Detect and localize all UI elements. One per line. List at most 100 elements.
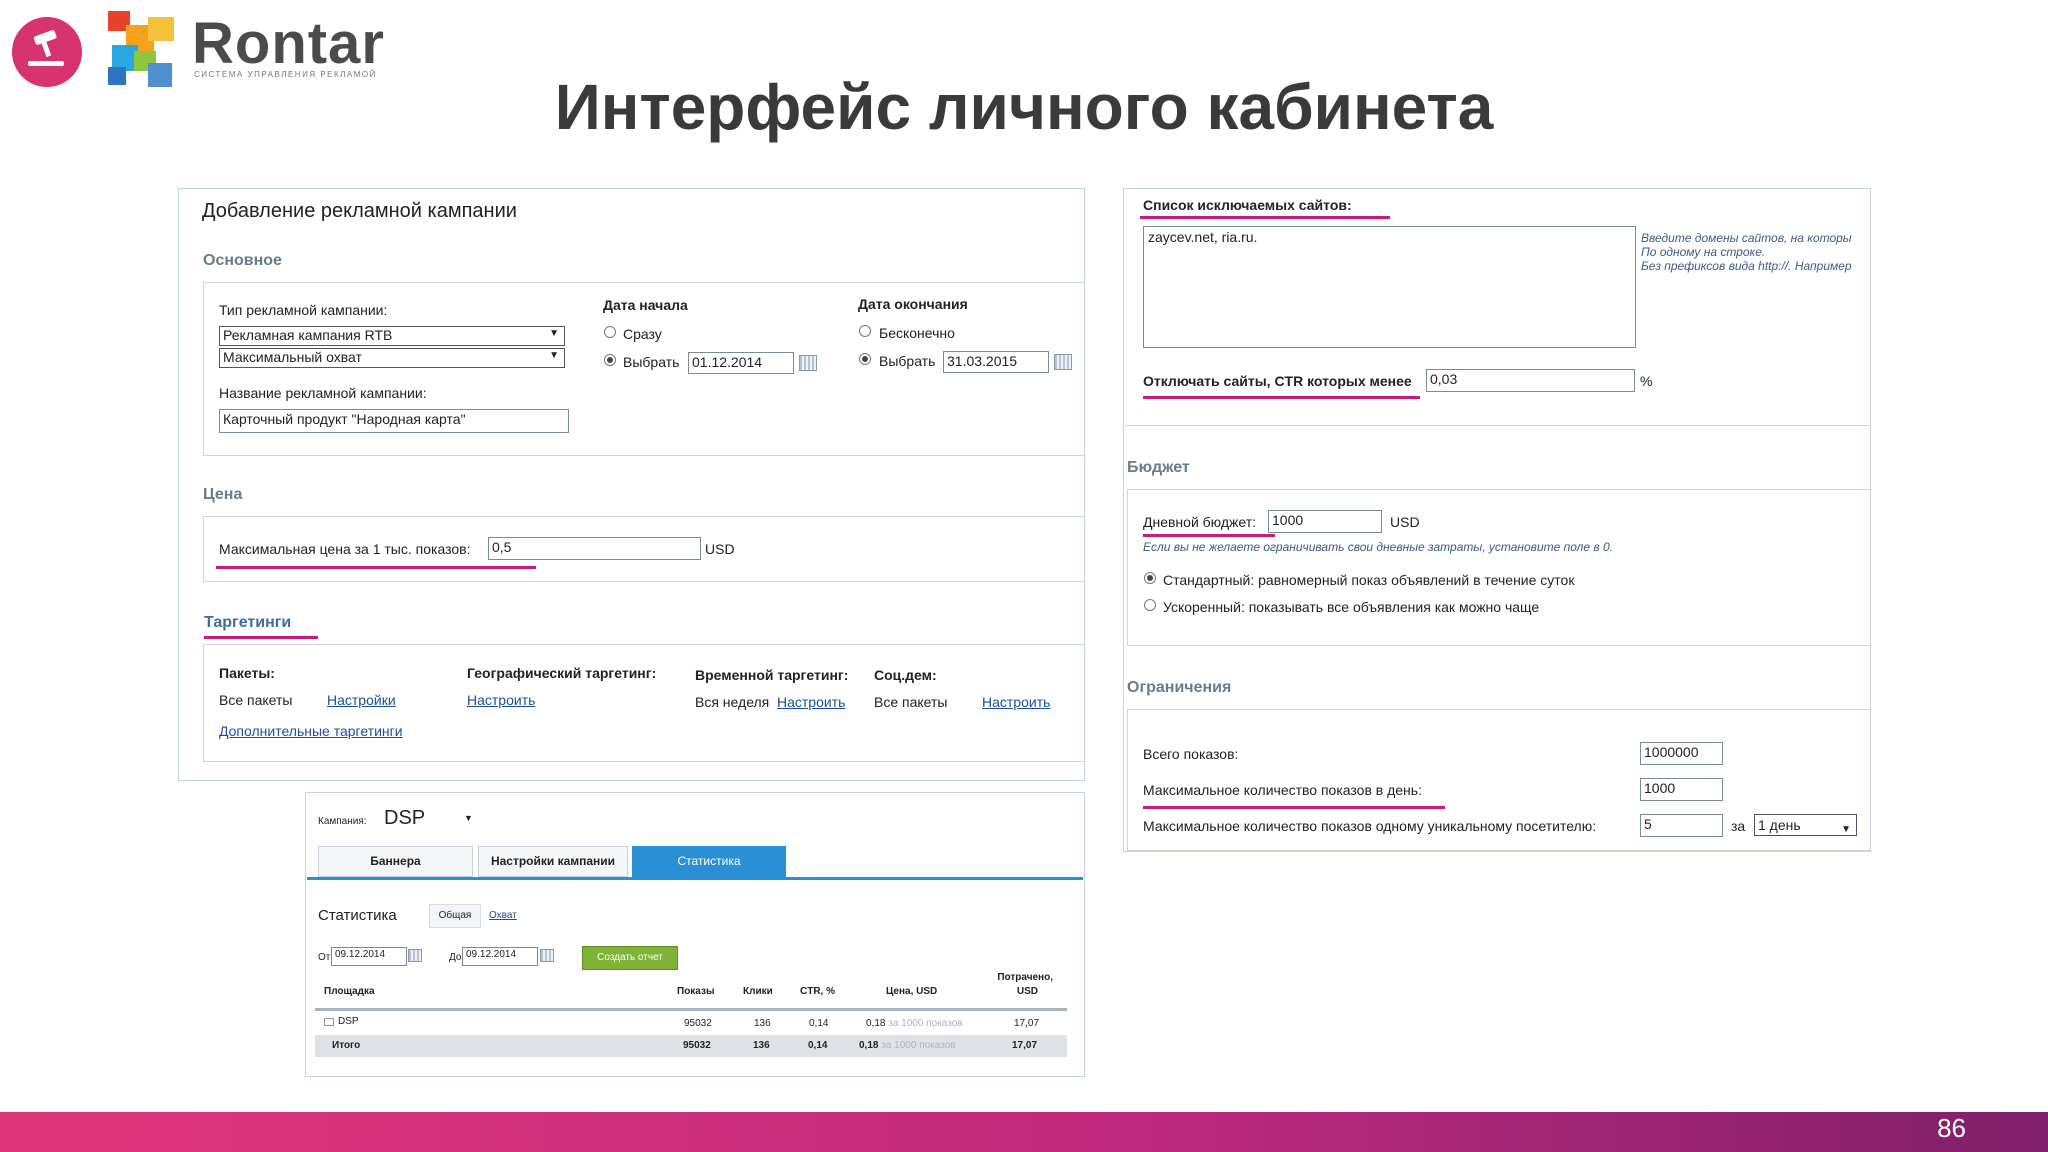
start-immediate-radio[interactable]	[604, 326, 616, 338]
col-ctr: CTR, %	[800, 986, 835, 997]
campaign-type-value: Рекламная кампания RTB	[223, 327, 393, 343]
price-cell: 0,18 за 1000 показов	[866, 1018, 963, 1029]
max-price-label: Максимальная цена за 1 тыс. показов:	[219, 541, 471, 557]
calendar-icon[interactable]	[1054, 354, 1072, 370]
highlight-underline	[204, 636, 318, 639]
brand-name: Rontar	[192, 11, 385, 76]
per-day-label: Максимальное количество показов в день:	[1143, 782, 1422, 798]
campaign-form-header: Добавление рекламной кампании	[202, 200, 517, 222]
stats-header: Статистика	[318, 907, 397, 924]
from-label: От	[318, 952, 331, 963]
campaign-name-label: Название рекламной кампании:	[219, 385, 427, 401]
impressions-cell: 95032	[684, 1018, 712, 1029]
socdem-value: Все пакеты	[874, 694, 948, 710]
start-immediate-label: Сразу	[623, 326, 662, 342]
impressions-cell: 95032	[683, 1040, 711, 1051]
calendar-icon[interactable]	[540, 949, 554, 962]
highlight-underline	[1143, 806, 1445, 809]
max-price-input[interactable]: 0,5	[488, 537, 701, 560]
socdem-link[interactable]: Настроить	[982, 694, 1050, 710]
slide-title: Интерфейс личного кабинета	[554, 71, 1494, 143]
spent-cell: 17,07	[1012, 1040, 1038, 1051]
per-day-input[interactable]: 1000	[1640, 778, 1723, 801]
start-date-input[interactable]: 01.12.2014	[688, 352, 794, 374]
page-number: 86	[1937, 1113, 1966, 1143]
section-basic: Основное	[203, 252, 282, 269]
packages-title: Пакеты:	[219, 665, 275, 681]
from-date-input[interactable]: 09.12.2014	[331, 947, 407, 966]
ctr-cell: 0,14	[809, 1018, 829, 1029]
geo-targeting-link[interactable]: Настроить	[467, 692, 535, 708]
daily-budget-hint: Если вы не желаете ограничивать свои дне…	[1143, 540, 1614, 554]
expand-icon[interactable]	[324, 1018, 334, 1026]
coverage-value: Максимальный охват	[223, 349, 362, 365]
accelerated-delivery-radio[interactable]	[1144, 599, 1156, 611]
time-targeting-title: Временной таргетинг:	[695, 667, 849, 683]
daily-budget-label: Дневной бюджет:	[1143, 514, 1257, 530]
exclude-sites-hint: Введите домены сайтов, на которы По одно…	[1641, 231, 1852, 273]
chevron-down-icon: ▼	[549, 328, 559, 339]
max-price-currency: USD	[705, 541, 735, 557]
end-date-title: Дата окончания	[858, 296, 968, 312]
start-date-title: Дата начала	[603, 297, 688, 313]
extra-targeting-link[interactable]: Дополнительные таргетинги	[219, 723, 403, 739]
geo-targeting-title: Географический таргетинг:	[467, 665, 657, 681]
per-user-label: Максимальное количество показов одному у…	[1143, 818, 1597, 834]
budget-section-box	[1127, 489, 1870, 646]
packages-settings-link[interactable]: Настройки	[327, 692, 396, 708]
daily-budget-input[interactable]: 1000	[1268, 510, 1382, 533]
tab-banners[interactable]: Баннера	[318, 846, 473, 877]
site-cell: Итого	[332, 1040, 361, 1051]
section-budget: Бюджет	[1127, 459, 1190, 476]
chevron-down-icon: ▼	[1841, 824, 1851, 835]
calendar-icon[interactable]	[799, 355, 817, 371]
ctr-threshold-label: Отключать сайты, CTR которых менее	[1143, 373, 1412, 389]
start-choose-radio[interactable]	[604, 354, 616, 366]
col-site: Площадка	[324, 986, 375, 997]
exclude-sites-title: Список исключаемых сайтов:	[1143, 197, 1352, 213]
socdem-title: Соц.дем:	[874, 667, 937, 683]
time-targeting-link[interactable]: Настроить	[777, 694, 845, 710]
chevron-down-icon: ▼	[549, 350, 559, 361]
create-report-button[interactable]: Создать отчет	[582, 946, 678, 970]
highlight-underline	[1140, 216, 1390, 219]
highlight-underline	[1143, 534, 1275, 537]
campaign-type-select[interactable]: Рекламная кампания RTB ▼	[219, 326, 565, 346]
campaign-select-value[interactable]: DSP	[384, 807, 425, 830]
view-general-button[interactable]: Общая	[429, 904, 481, 928]
coverage-select[interactable]: Максимальный охват ▼	[219, 348, 565, 368]
section-targeting: Таргетинги	[204, 614, 292, 631]
end-infinite-label: Бесконечно	[879, 325, 955, 341]
calendar-icon[interactable]	[408, 949, 422, 962]
end-choose-label: Выбрать	[879, 353, 936, 369]
col-price: Цена, USD	[886, 986, 938, 997]
period-select[interactable]: 1 день ▼	[1754, 814, 1857, 836]
price-cell: 0,18 за 1000 показов	[859, 1040, 956, 1051]
end-infinite-radio[interactable]	[859, 325, 871, 337]
highlight-underline	[1143, 396, 1420, 399]
per-user-input[interactable]: 5	[1640, 814, 1723, 837]
view-reach-link[interactable]: Охват	[489, 910, 517, 921]
total-impressions-input[interactable]: 1000000	[1640, 742, 1723, 765]
exclude-sites-textarea[interactable]: zaycev.net, ria.ru.	[1143, 226, 1636, 348]
tab-campaign-settings[interactable]: Настройки кампании	[478, 846, 628, 877]
standard-delivery-label: Стандартный: равномерный показ объявлени…	[1163, 572, 1575, 588]
end-choose-radio[interactable]	[859, 353, 871, 365]
chevron-down-icon[interactable]: ▼	[464, 813, 473, 823]
table-header-divider	[315, 1008, 1067, 1011]
ctr-threshold-input[interactable]: 0,03	[1426, 369, 1635, 392]
to-date-input[interactable]: 09.12.2014	[462, 947, 538, 966]
period-value: 1 день	[1758, 817, 1801, 833]
standard-delivery-radio[interactable]	[1144, 572, 1156, 584]
campaign-name-input[interactable]: Карточный продукт "Народная карта"	[219, 409, 569, 433]
start-choose-label: Выбрать	[623, 354, 680, 370]
tab-underline	[307, 877, 1083, 880]
campaign-select-label: Кампания:	[318, 816, 367, 827]
col-spent-unit: USD	[1016, 986, 1038, 997]
section-limits: Ограничения	[1127, 679, 1232, 696]
tab-statistics[interactable]: Статистика	[632, 846, 786, 877]
footer-bar	[0, 1112, 2048, 1152]
campaign-type-label: Тип рекламной кампании:	[219, 302, 388, 318]
accelerated-delivery-label: Ускоренный: показывать все объявления ка…	[1163, 599, 1540, 615]
end-date-input[interactable]: 31.03.2015	[943, 351, 1049, 373]
